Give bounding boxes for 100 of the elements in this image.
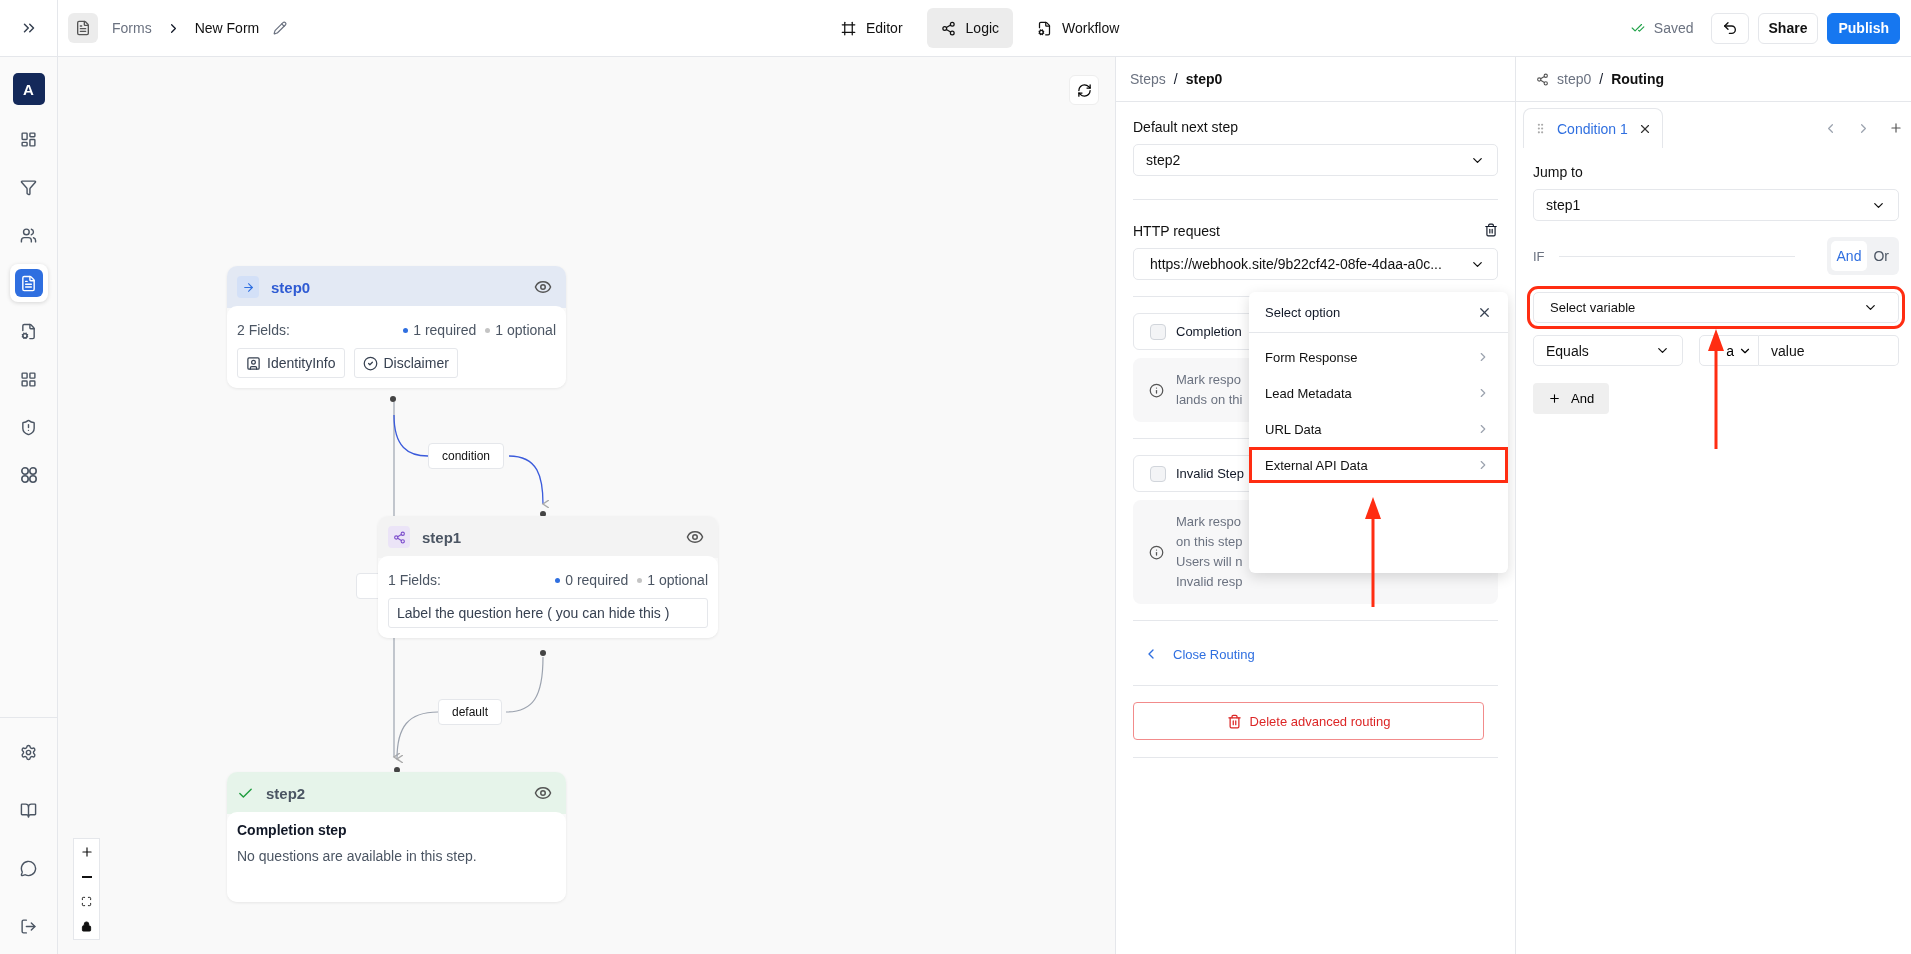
optional-dot [637,577,643,583]
checkbox[interactable] [1150,465,1166,482]
add-and-button[interactable]: And [1533,383,1610,414]
http-request-select[interactable]: https://webhook.site/9b22cf42-08fe-4daa-a0c... [1133,248,1498,280]
popover-title: Select option [1265,304,1341,320]
eye-icon[interactable] [534,784,552,802]
circles-icon [19,466,38,484]
dashboard-icon [20,130,37,148]
fields-count: 2 Fields: [237,322,290,338]
document-icon [20,274,37,292]
delete-routing-button[interactable]: Delete advanced routing [1133,702,1484,740]
trash-icon [1226,713,1242,729]
frame-icon [841,20,856,36]
edge-label: default [438,699,503,725]
breadcrumb-link[interactable]: Steps [1130,71,1166,87]
lock-icon [81,921,92,932]
logout-icon [20,917,37,935]
edit-button[interactable] [273,21,288,35]
workflow-icon [1037,20,1053,36]
grid-icon [20,370,37,388]
optional-count: 1 optional [495,322,556,338]
menu-item[interactable]: URL Data [1249,411,1508,447]
sidebar-item[interactable] [9,264,48,302]
refresh-button[interactable] [1069,75,1099,105]
info-text: Mark respo lands on thi [1176,371,1243,409]
value-input[interactable]: value [1759,335,1899,366]
step-heading: Completion step [237,822,348,838]
settings-icon [20,743,37,761]
optional-count: 1 optional [647,572,708,588]
chat-icon [20,859,37,877]
if-label: IF [1533,248,1545,264]
info-text: Mark respo on this step Users will n Invalid resp [1176,513,1243,591]
connection-handle[interactable] [540,650,546,656]
branch-icon [940,20,956,36]
field-chip[interactable]: Label the question here ( you can hide this ) [388,598,708,628]
breadcrumb-current[interactable]: step0 [1185,71,1223,87]
breadcrumb-current[interactable]: Routing [1611,71,1664,87]
next-step-select[interactable]: step2 [1133,144,1498,176]
step-description: No questions are available in this step. [237,848,478,864]
saved-status: Saved [1653,20,1694,36]
breadcrumb-separator: / [1599,71,1604,87]
field-label: HTTP request [1133,223,1220,239]
field-chip[interactable]: IdentityInfo [237,348,345,378]
nav-tab[interactable]: Editor [827,8,917,48]
logic-option[interactable]: And [1830,241,1868,271]
double-check-icon [1630,21,1645,35]
shield-icon [20,418,37,436]
tab-label: Condition 1 [1557,120,1628,137]
option-label: Completion [1176,324,1242,339]
document-settings-icon [20,322,37,340]
add-icon[interactable] [1889,120,1903,135]
breadcrumb-link[interactable]: Forms [112,20,152,36]
pencil-icon [273,21,288,35]
eye-icon[interactable] [534,278,552,296]
menu-item[interactable]: Form Response [1249,339,1508,375]
users-icon [20,226,37,244]
nav-tab[interactable]: Workflow [1023,8,1134,48]
filter-icon [20,178,37,196]
publish-button[interactable]: Publish [1827,12,1900,44]
required-count: 1 required [413,322,477,338]
fit-view-icon [81,896,92,907]
option-label: Invalid Step [1176,466,1244,481]
field-label: Default next step [1133,119,1240,135]
field-label: Jump to [1533,164,1584,180]
share-button[interactable]: Share [1757,12,1819,44]
logic-option[interactable]: Or [1867,241,1895,271]
connection-handle[interactable] [394,767,400,773]
plus-icon [1548,392,1561,405]
step-title: step0 [271,278,311,296]
close-routing-link[interactable]: Close Routing [1133,643,1265,665]
required-dot [555,577,561,583]
info-icon [1149,382,1164,398]
condition-tab[interactable]: Condition 1 [1523,108,1663,148]
refresh-icon [1076,82,1092,98]
step-title: step2 [266,784,306,802]
breadcrumb-link[interactable]: New Form [194,20,260,36]
connection-handle[interactable] [540,511,546,517]
menu-item[interactable]: External API Data [1249,447,1508,483]
undo-icon [1721,20,1738,36]
trash-icon[interactable] [1484,223,1498,237]
connection-handle[interactable] [390,396,396,402]
branch-icon [1536,72,1549,86]
operator-select[interactable]: Equals [1533,335,1683,366]
workspace-avatar[interactable]: A [12,73,45,105]
breadcrumb-link[interactable]: step0 [1557,71,1592,87]
jump-to-select[interactable]: step1 [1533,189,1899,221]
checkbox[interactable] [1150,323,1166,340]
optional-dot [485,327,491,333]
eye-icon[interactable] [686,528,704,546]
check-circle-icon [362,355,378,371]
edge-label: condition [428,443,505,469]
step-title: step1 [422,528,462,546]
undo-button[interactable] [1710,12,1749,44]
minus-icon [81,875,92,878]
field-chip[interactable]: Disclaimer [353,348,458,378]
nav-tab[interactable]: Logic [926,8,1014,48]
id-card-icon [246,355,261,371]
breadcrumb-separator: / [1173,71,1178,87]
menu-item[interactable]: Lead Metadata [1249,375,1508,411]
document-icon [75,20,91,36]
